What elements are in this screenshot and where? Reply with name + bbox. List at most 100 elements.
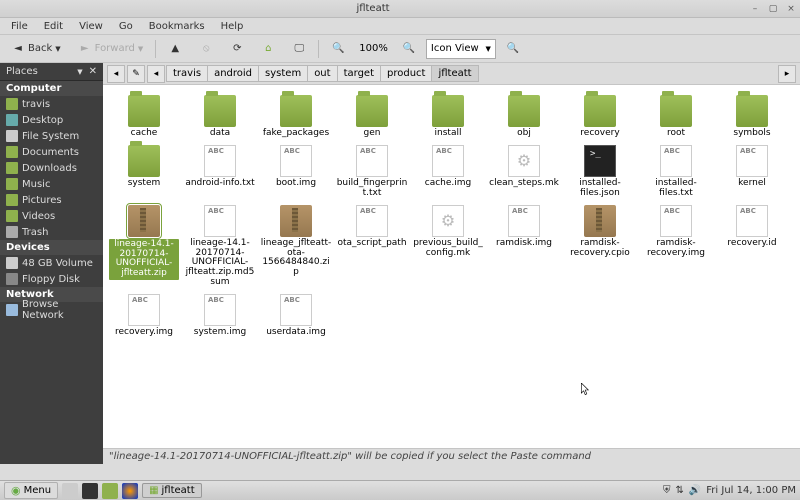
shield-icon[interactable]: ⛨: [663, 485, 671, 496]
file-item[interactable]: ⚙previous_build_config.mk: [411, 203, 485, 290]
file-label: android-info.txt: [185, 179, 254, 189]
zoom-in-button[interactable]: 🔍: [395, 39, 423, 59]
file-item[interactable]: fake_packages: [259, 93, 333, 141]
menu-go[interactable]: Go: [112, 20, 140, 33]
breadcrumb-out[interactable]: out: [307, 65, 337, 82]
sidebar-item-browse-network[interactable]: Browse Network: [0, 302, 103, 318]
file-item[interactable]: installed-files.txt: [639, 143, 713, 201]
sidebar-item-floppy-disk[interactable]: Floppy Disk: [0, 271, 103, 287]
window-maximize-button[interactable]: ▢: [766, 2, 780, 16]
file-label: install: [435, 129, 462, 139]
volume-icon[interactable]: 🔊: [689, 485, 701, 496]
firefox-launcher-icon[interactable]: [122, 483, 138, 499]
file-item[interactable]: recovery.id: [715, 203, 789, 290]
sidebar-item-videos[interactable]: Videos: [0, 208, 103, 224]
breadcrumb-jflteatt[interactable]: jflteatt: [431, 65, 478, 82]
sidebar-close-icon[interactable]: ✕: [89, 66, 97, 77]
back-button[interactable]: ◄ Back ▼: [4, 39, 68, 59]
file-item[interactable]: installed-files.json: [563, 143, 637, 201]
breadcrumb-target[interactable]: target: [337, 65, 381, 82]
breadcrumb-system[interactable]: system: [258, 65, 308, 82]
folder-icon: [204, 95, 236, 127]
window-close-button[interactable]: ×: [784, 2, 798, 16]
home-button[interactable]: ⌂: [254, 39, 282, 59]
computer-button[interactable]: 🖵: [285, 39, 313, 59]
folder-icon: [736, 95, 768, 127]
icon-view[interactable]: cachedatafake_packagesgeninstallobjrecov…: [103, 85, 800, 448]
sidebar-item-48-gb-volume[interactable]: 48 GB Volume: [0, 255, 103, 271]
forward-button[interactable]: ► Forward ▼: [71, 39, 151, 59]
path-edit-button[interactable]: ✎: [127, 65, 145, 83]
search-button[interactable]: 🔍: [499, 39, 527, 59]
path-back-button[interactable]: ◂: [107, 65, 125, 83]
file-item[interactable]: lineage-14.1-20170714-UNOFFICIAL-jflteat…: [107, 203, 181, 290]
files-launcher-icon[interactable]: [102, 483, 118, 499]
window-minimize-button[interactable]: –: [748, 2, 762, 16]
file-item[interactable]: root: [639, 93, 713, 141]
up-button[interactable]: ▲: [161, 39, 189, 59]
clock[interactable]: Fri Jul 14, 1:00 PM: [706, 485, 796, 496]
file-item[interactable]: system: [107, 143, 181, 201]
file-item[interactable]: ramdisk.img: [487, 203, 561, 290]
zoom-icon-button[interactable]: 🔍: [324, 39, 352, 59]
terminal-launcher-icon[interactable]: [82, 483, 98, 499]
chevron-down-icon: ▼: [55, 45, 60, 53]
file-label: previous_build_config.mk: [412, 239, 484, 259]
chevron-down-icon[interactable]: ▼: [77, 68, 82, 76]
file-item[interactable]: data: [183, 93, 257, 141]
path-nav-left-button[interactable]: ◂: [147, 65, 165, 83]
sidebar-item-downloads[interactable]: Downloads: [0, 160, 103, 176]
view-mode-select[interactable]: Icon View ▼: [426, 39, 496, 59]
breadcrumb-product[interactable]: product: [380, 65, 432, 82]
menu-help[interactable]: Help: [214, 20, 251, 33]
file-item[interactable]: ramdisk-recovery.cpio: [563, 203, 637, 290]
start-menu-button[interactable]: ◉ Menu: [4, 482, 58, 499]
menu-view[interactable]: View: [72, 20, 110, 33]
file-item[interactable]: install: [411, 93, 485, 141]
file-item[interactable]: cache: [107, 93, 181, 141]
reload-button[interactable]: ⟳: [223, 39, 251, 59]
sidebar-item-travis[interactable]: travis: [0, 96, 103, 112]
taskbar-task-jflteatt[interactable]: ▦ jflteatt: [142, 483, 202, 498]
folder-icon: [6, 210, 18, 222]
sidebar-item-music[interactable]: Music: [0, 176, 103, 192]
file-item[interactable]: android-info.txt: [183, 143, 257, 201]
file-item[interactable]: ramdisk-recovery.img: [639, 203, 713, 290]
show-desktop-button[interactable]: [62, 483, 78, 499]
menu-file[interactable]: File: [4, 20, 35, 33]
file-item[interactable]: lineage_jflteatt-ota-1566484840.zip: [259, 203, 333, 290]
sidebar-item-pictures[interactable]: Pictures: [0, 192, 103, 208]
sidebar-item-file-system[interactable]: File System: [0, 128, 103, 144]
file-item[interactable]: build_fingerprint.txt: [335, 143, 409, 201]
file-item[interactable]: ota_script_path: [335, 203, 409, 290]
file-item[interactable]: system.img: [183, 292, 257, 340]
sidebar-item-trash[interactable]: Trash: [0, 224, 103, 240]
file-item[interactable]: gen: [335, 93, 409, 141]
file-item[interactable]: symbols: [715, 93, 789, 141]
file-item[interactable]: cache.img: [411, 143, 485, 201]
sidebar-item-desktop[interactable]: Desktop: [0, 112, 103, 128]
sidebar-item-label: Downloads: [22, 163, 77, 174]
breadcrumb-travis[interactable]: travis: [166, 65, 208, 82]
file-item[interactable]: obj: [487, 93, 561, 141]
breadcrumb-android[interactable]: android: [207, 65, 259, 82]
floppy-icon: [6, 273, 18, 285]
file-item[interactable]: recovery: [563, 93, 637, 141]
file-item[interactable]: boot.img: [259, 143, 333, 201]
sidebar-item-documents[interactable]: Documents: [0, 144, 103, 160]
menu-bookmarks[interactable]: Bookmarks: [142, 20, 212, 33]
file-item[interactable]: ⚙clean_steps.mk: [487, 143, 561, 201]
text-icon: [660, 145, 692, 177]
text-icon: [356, 205, 388, 237]
back-label: Back: [28, 43, 52, 54]
file-label: build_fingerprint.txt: [336, 179, 408, 199]
file-item[interactable]: kernel: [715, 143, 789, 201]
path-nav-right-button[interactable]: ▸: [778, 65, 796, 83]
bin-icon: [128, 294, 160, 326]
file-item[interactable]: lineage-14.1-20170714-UNOFFICIAL-jflteat…: [183, 203, 257, 290]
file-item[interactable]: userdata.img: [259, 292, 333, 340]
network-icon[interactable]: ⇅: [675, 485, 683, 496]
file-label: lineage-14.1-20170714-UNOFFICIAL-jflteat…: [109, 239, 179, 281]
file-item[interactable]: recovery.img: [107, 292, 181, 340]
menu-edit[interactable]: Edit: [37, 20, 70, 33]
